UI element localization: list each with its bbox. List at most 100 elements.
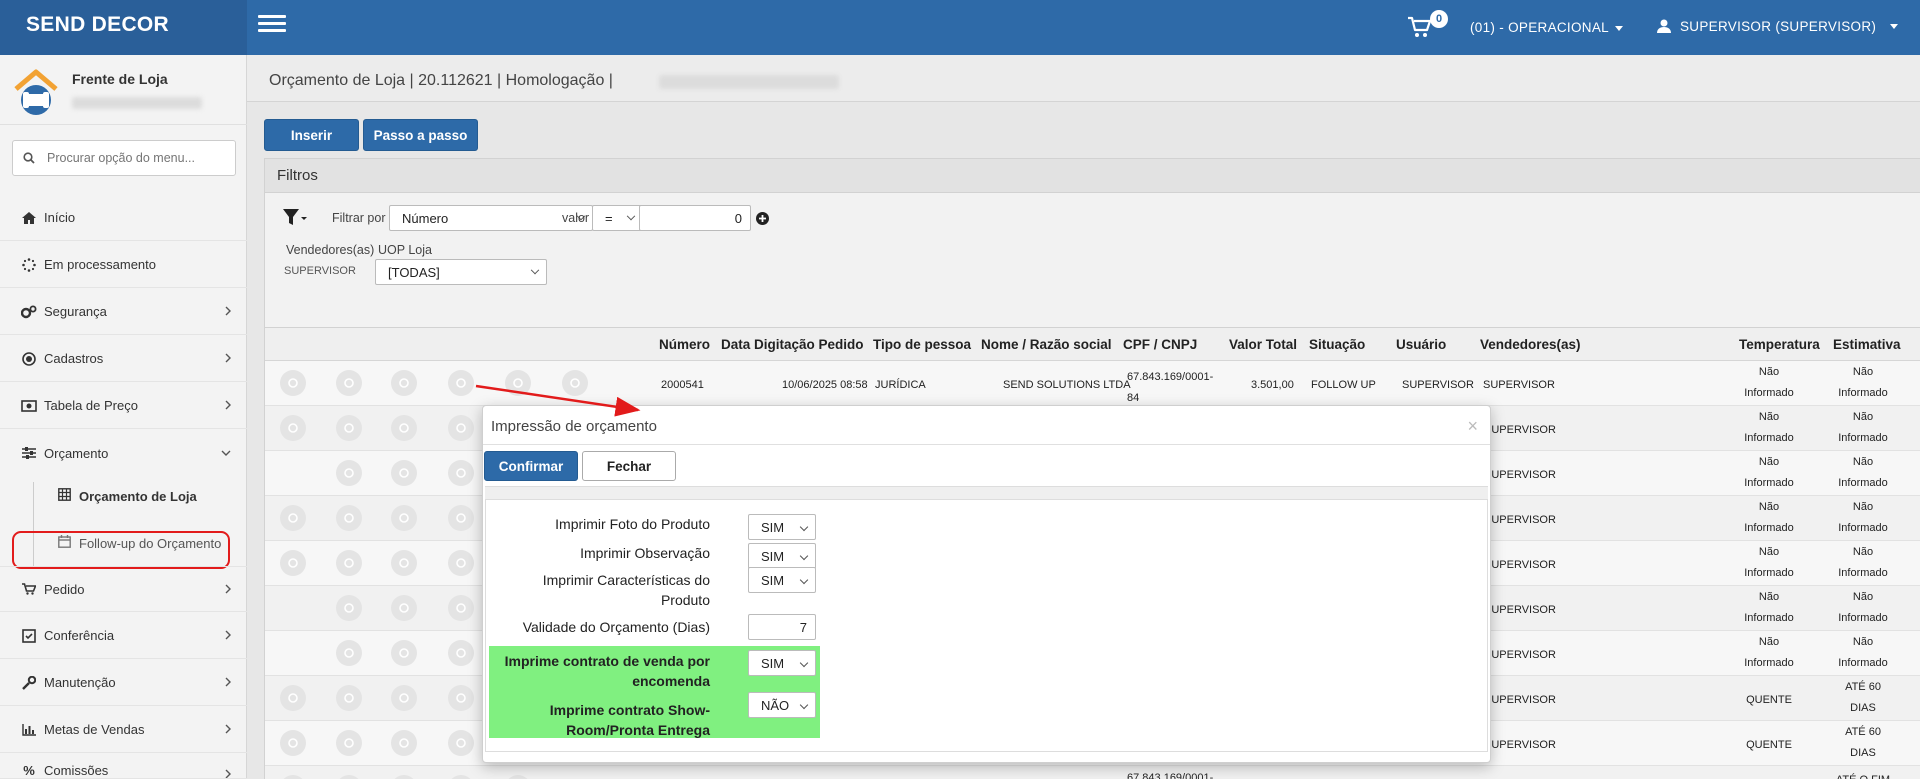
money-circle-icon[interactable] <box>562 370 588 396</box>
uop-select[interactable]: [TODAS] <box>375 259 547 285</box>
edit-note-icon[interactable] <box>505 775 531 779</box>
column-header[interactable]: Situação <box>1309 337 1365 352</box>
copy-icon[interactable] <box>391 730 417 756</box>
temperatura-line-2: Informado <box>1744 522 1794 534</box>
edit-icon[interactable] <box>280 775 306 779</box>
list-icon[interactable] <box>448 595 474 621</box>
search-icon[interactable] <box>336 730 362 756</box>
copy-icon[interactable] <box>391 775 417 779</box>
list-icon[interactable] <box>448 505 474 531</box>
add-filter-icon[interactable] <box>756 212 769 225</box>
filter-icon[interactable] <box>283 209 307 227</box>
table-row[interactable]: 2000541 10/06/2025 08:58 JURÍDICA SEND SOLU… <box>265 361 1920 406</box>
column-header[interactable]: Data Digitação Pedido <box>721 337 864 352</box>
copy-icon[interactable] <box>391 505 417 531</box>
edit-icon[interactable] <box>280 505 306 531</box>
list-icon[interactable] <box>448 460 474 486</box>
edit-note-icon[interactable] <box>505 370 531 396</box>
sidebar-item-em-processamento[interactable]: Em processamento <box>0 242 247 288</box>
hamburger-menu-icon[interactable] <box>258 15 286 37</box>
field-select[interactable]: NÃO <box>748 692 816 718</box>
validity-days-input[interactable]: 7 <box>748 614 816 640</box>
sidebar-item-label: Manutenção <box>44 675 116 690</box>
field-select[interactable]: SIM <box>748 650 816 676</box>
sidebar-item-pedido[interactable]: Pedido <box>0 566 247 612</box>
copy-icon[interactable] <box>391 550 417 576</box>
cart-button[interactable]: 0 <box>1406 10 1448 44</box>
column-header[interactable]: Tipo de pessoa <box>873 337 971 352</box>
estimativa-line-1: ATÉ 60 <box>1845 681 1881 693</box>
field-select[interactable]: SIM <box>748 514 816 540</box>
column-header[interactable]: CPF / CNPJ <box>1123 337 1197 352</box>
sidebar-subitem-follow-up[interactable]: Follow-up do Orçamento <box>0 520 247 566</box>
copy-icon[interactable] <box>391 685 417 711</box>
insert-button[interactable]: Inserir <box>264 119 359 151</box>
table-row[interactable]: SUPERVISORQUENTE67.843.169/0001-ATÉ O FI… <box>265 766 1920 779</box>
copy-icon[interactable] <box>391 415 417 441</box>
list-icon[interactable] <box>448 775 474 779</box>
top-bar: SEND DECOR 0 (01) - OPERACIONAL SUPERVIS… <box>0 0 1920 55</box>
column-header[interactable]: Número <box>659 337 710 352</box>
search-icon[interactable] <box>336 595 362 621</box>
estimativa-line-2: Informado <box>1838 657 1888 669</box>
search-icon[interactable] <box>336 775 362 779</box>
sidebar-item-manutencao[interactable]: Manutenção <box>0 660 247 706</box>
close-button[interactable]: Fechar <box>582 451 676 481</box>
sellers-value[interactable]: SUPERVISOR <box>284 265 356 277</box>
cell-data: 10/06/2025 08:58 <box>782 379 868 391</box>
sidebar-item-seguranca[interactable]: Segurança <box>0 289 247 335</box>
copy-icon[interactable] <box>391 595 417 621</box>
filter-value-input[interactable]: 0 <box>639 205 751 231</box>
filter-by-label: Filtrar por <box>332 211 386 225</box>
unit-selector[interactable]: (01) - OPERACIONAL <box>1470 20 1623 35</box>
list-icon[interactable] <box>448 370 474 396</box>
list-icon[interactable] <box>448 415 474 441</box>
sidebar-item-label: Cadastros <box>44 351 104 366</box>
menu-search-input[interactable] <box>47 151 217 165</box>
search-icon[interactable] <box>336 415 362 441</box>
field-select[interactable]: SIM <box>748 543 816 569</box>
sidebar-item-inicio[interactable]: Início <box>0 195 247 241</box>
sidebar-item-orcamento[interactable]: Orçamento <box>0 430 247 476</box>
column-header[interactable]: Valor Total <box>1229 337 1297 352</box>
confirm-button[interactable]: Confirmar <box>484 451 578 481</box>
list-icon[interactable] <box>448 730 474 756</box>
edit-icon[interactable] <box>280 370 306 396</box>
search-icon[interactable] <box>336 370 362 396</box>
search-icon[interactable] <box>336 550 362 576</box>
search-icon[interactable] <box>336 640 362 666</box>
copy-icon[interactable] <box>391 460 417 486</box>
edit-icon[interactable] <box>280 685 306 711</box>
step-by-step-button[interactable]: Passo a passo <box>363 119 478 151</box>
user-menu[interactable]: SUPERVISOR (SUPERVISOR) <box>1656 18 1899 34</box>
gears-icon <box>20 305 38 319</box>
sidebar-subitem-orcamento-de-loja[interactable]: Orçamento de Loja <box>0 473 247 519</box>
copy-icon[interactable] <box>391 370 417 396</box>
column-header[interactable]: Temperatura <box>1739 337 1820 352</box>
search-icon[interactable] <box>336 460 362 486</box>
edit-icon[interactable] <box>280 550 306 576</box>
field-select[interactable]: SIM <box>748 567 816 593</box>
chevron-right-icon <box>225 677 231 687</box>
edit-icon[interactable] <box>280 730 306 756</box>
sidebar-item-tabela-de-preco[interactable]: Tabela de Preço <box>0 383 247 429</box>
sidebar-item-conferencia[interactable]: Conferência <box>0 613 247 659</box>
close-icon[interactable]: × <box>1467 416 1478 437</box>
search-icon[interactable] <box>336 685 362 711</box>
menu-search[interactable] <box>12 140 236 176</box>
column-header[interactable]: Vendedores(as) <box>1480 337 1581 352</box>
page-title: Orçamento de Loja | 20.112621 | Homologa… <box>269 72 613 89</box>
column-header[interactable]: Estimativa <box>1833 337 1901 352</box>
column-header[interactable]: Nome / Razão social <box>981 337 1112 352</box>
edit-icon[interactable] <box>280 415 306 441</box>
copy-icon[interactable] <box>391 640 417 666</box>
column-header[interactable]: Usuário <box>1396 337 1446 352</box>
sidebar-item-comissoes[interactable]: % Comissões <box>0 754 247 779</box>
operator-select[interactable]: = <box>592 205 643 231</box>
brand-logo[interactable]: SEND DECOR <box>0 0 247 55</box>
sidebar-item-cadastros[interactable]: Cadastros <box>0 336 247 382</box>
list-icon[interactable] <box>448 550 474 576</box>
search-icon[interactable] <box>336 505 362 531</box>
sidebar-item-metas-de-vendas[interactable]: Metas de Vendas <box>0 707 247 753</box>
temperatura-line-2: Informado <box>1744 477 1794 489</box>
